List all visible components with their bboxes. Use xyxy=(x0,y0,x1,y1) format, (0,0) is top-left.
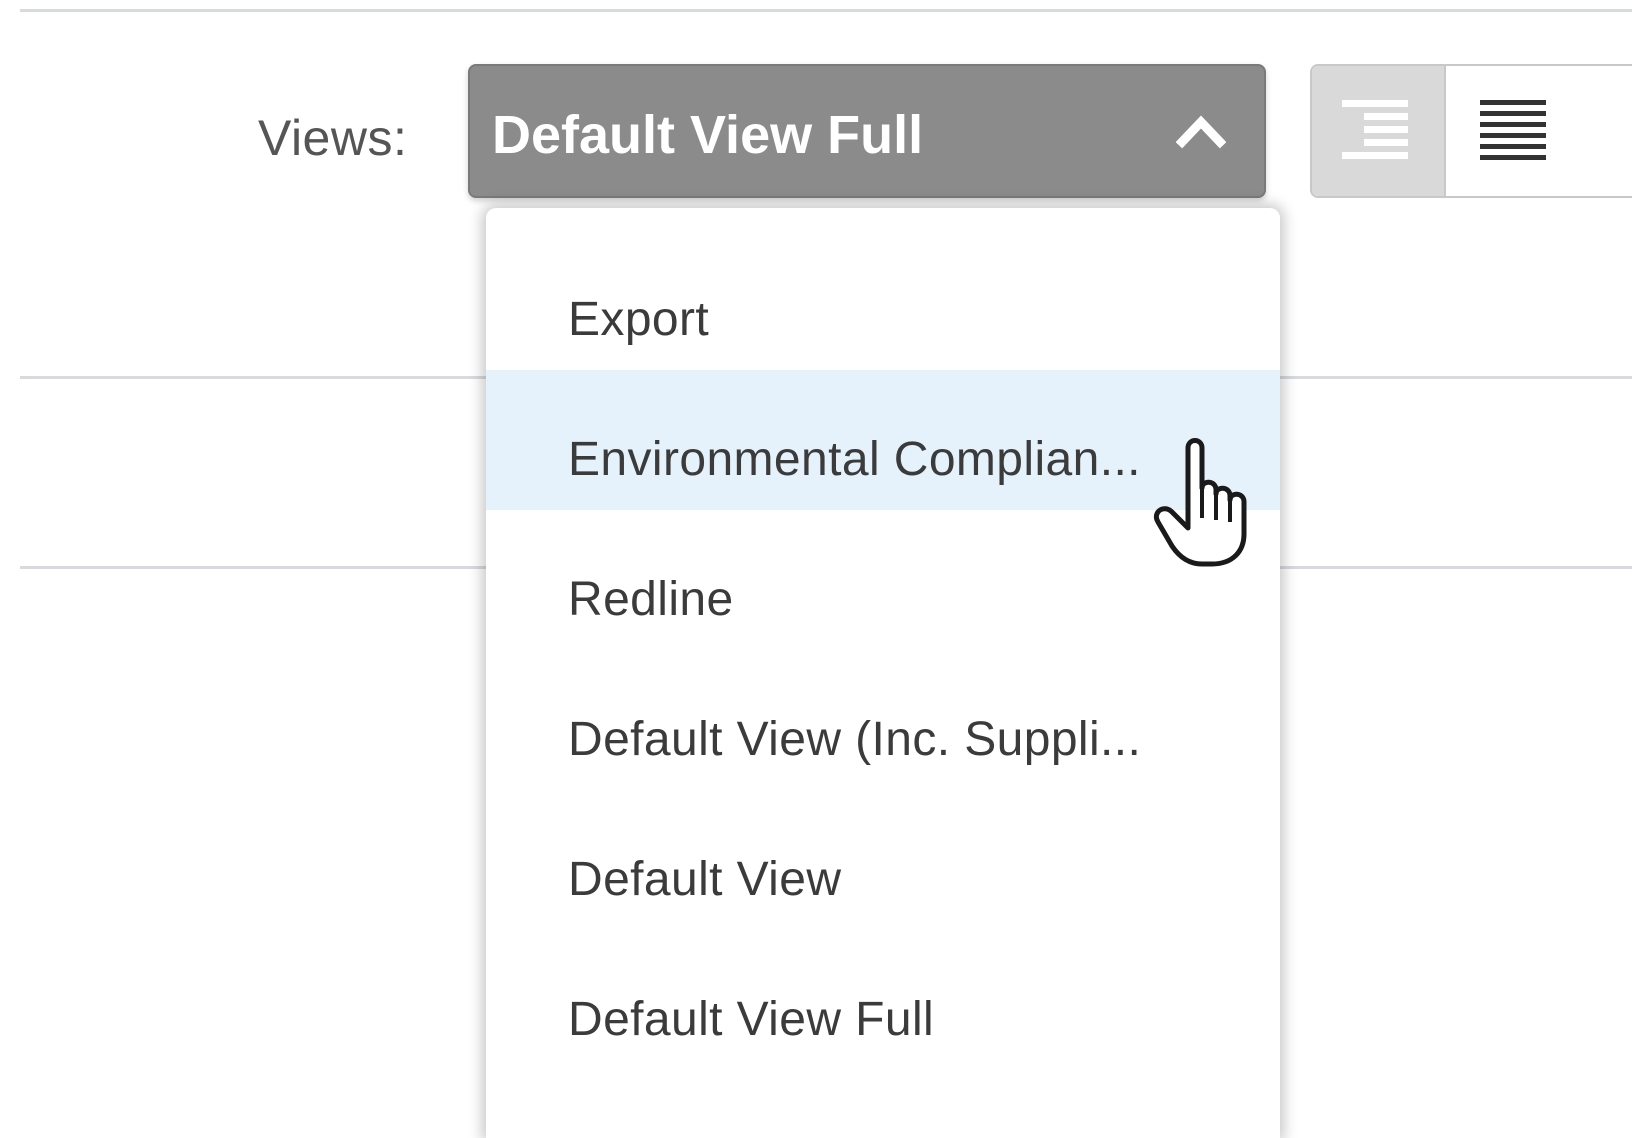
layout-toggle-group xyxy=(1310,64,1632,198)
views-selected-value: Default View Full xyxy=(492,105,924,165)
views-option-default-view-full[interactable]: Default View Full xyxy=(486,930,1280,1070)
indented-list-icon xyxy=(1342,100,1408,159)
views-option-label: Redline xyxy=(568,573,734,626)
views-option-export[interactable]: Export xyxy=(486,230,1280,370)
chevron-up-icon xyxy=(1176,115,1226,149)
views-option-environmental-compliance[interactable]: Environmental Complian... xyxy=(486,370,1280,510)
views-label: Views: xyxy=(258,110,408,166)
views-dropdown[interactable]: Default View Full xyxy=(468,64,1266,198)
flat-list-icon xyxy=(1480,100,1546,160)
views-option-default-view[interactable]: Default View xyxy=(486,790,1280,930)
views-dropdown-menu: Export Environmental Complian... Redline… xyxy=(486,208,1280,1138)
views-option-label: Default View (Inc. Suppli... xyxy=(568,713,1142,766)
views-option-label: Default View Full xyxy=(568,993,935,1046)
flat-view-button[interactable] xyxy=(1446,66,1632,196)
top-separator xyxy=(20,9,1632,12)
indented-view-button[interactable] xyxy=(1312,66,1446,196)
views-option-default-view-inc-suppliers[interactable]: Default View (Inc. Suppli... xyxy=(486,650,1280,790)
views-option-label: Default View xyxy=(568,853,842,906)
views-option-label: Environmental Complian... xyxy=(568,433,1141,486)
views-option-redline[interactable]: Redline xyxy=(486,510,1280,650)
views-option-label: Export xyxy=(568,293,710,346)
